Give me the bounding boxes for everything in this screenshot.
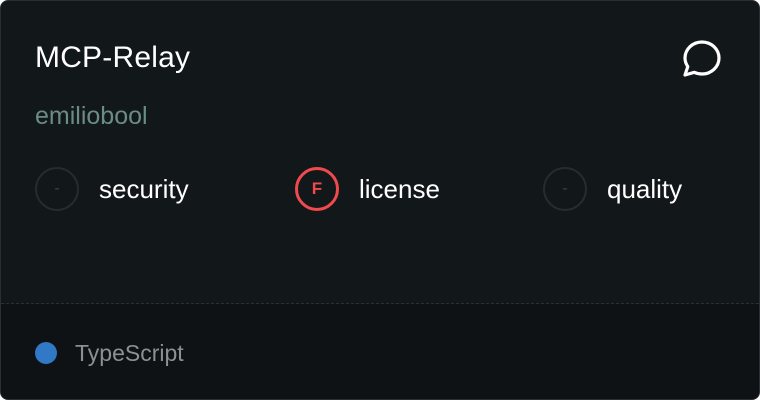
author-name[interactable]: emiliobool <box>35 101 148 131</box>
server-title[interactable]: MCP-Relay <box>35 39 190 77</box>
language-color-dot <box>35 342 57 364</box>
quality-label: quality <box>607 173 683 204</box>
score-license: F license <box>295 165 440 213</box>
card-footer: TypeScript <box>1 304 759 399</box>
score-security: - security <box>35 165 189 213</box>
license-grade-badge: F <box>295 167 339 211</box>
score-quality: - quality <box>543 165 682 213</box>
language-name: TypeScript <box>75 340 184 366</box>
quality-grade-badge: - <box>543 167 587 211</box>
license-label: license <box>359 173 440 204</box>
speech-bubble-icon[interactable] <box>679 37 725 83</box>
security-label: security <box>99 173 189 204</box>
server-card[interactable]: MCP-Relay emiliobool - security F licens… <box>0 0 760 400</box>
security-grade-badge: - <box>35 167 79 211</box>
